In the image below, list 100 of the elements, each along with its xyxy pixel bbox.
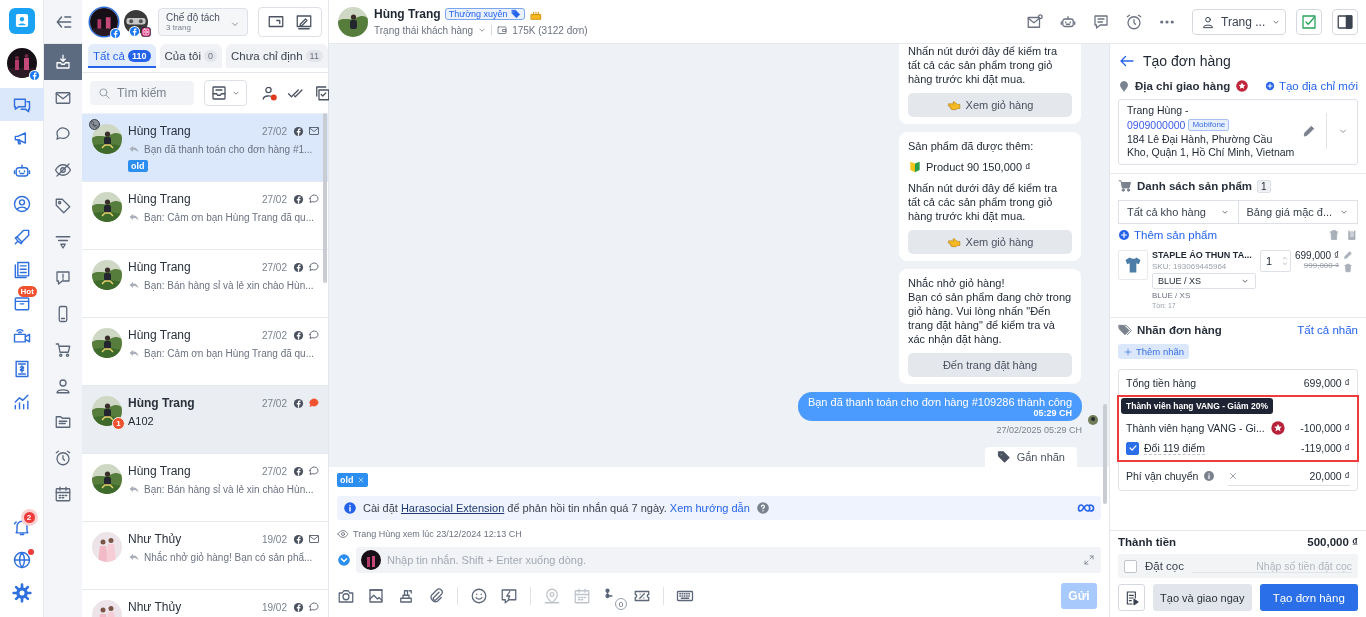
checkbox[interactable] — [1126, 441, 1139, 455]
select-all-icon[interactable] — [313, 84, 331, 102]
emoji-icon[interactable] — [470, 587, 488, 605]
label-button[interactable]: Gắn nhãn — [984, 447, 1077, 467]
message-action-button[interactable]: Xem giỏ hàng — [908, 93, 1072, 117]
settings-icon[interactable] — [11, 582, 32, 603]
mail-icon — [308, 533, 320, 545]
dropdown-icon[interactable] — [337, 553, 351, 567]
facebook-icon — [293, 193, 304, 205]
help-icon[interactable] — [755, 501, 770, 515]
quick-reply-icon[interactable] — [500, 587, 518, 605]
nav-item[interactable] — [0, 88, 44, 121]
facebook-icon — [129, 26, 140, 37]
message-preview: Bạn: Cảm ơn bạn Hùng Trang đã qu... — [144, 347, 314, 359]
tab[interactable]: Chưa chỉ định 11 — [225, 44, 328, 68]
message-field[interactable]: Nhập tin nhắn. Shift + Enter xuống dòng. — [387, 554, 1077, 566]
discount-label: Thành viên hạng VANG - Gi... — [1126, 422, 1265, 435]
mode-dropdown[interactable]: Chế độ tách 3 trang — [158, 8, 248, 36]
inbox-filter-dropdown[interactable] — [204, 80, 247, 106]
image-icon[interactable] — [367, 587, 385, 605]
message-date: 27/02 — [261, 125, 287, 137]
message-action-button[interactable]: Đến trang đặt hàng — [908, 353, 1072, 377]
facebook-icon — [293, 261, 304, 273]
section-title: Địa chỉ giao hàng — [1135, 80, 1231, 92]
contact-name: Hùng Trang — [128, 464, 192, 478]
price-list-select[interactable]: Bảng giá mặc đ... — [1238, 200, 1358, 225]
invoice-button[interactable] — [1118, 584, 1145, 611]
conversation-item[interactable]: Như Thủy 19/02 — [82, 590, 328, 617]
search-field[interactable]: Tìm kiếm — [117, 86, 187, 100]
variant-select[interactable]: BLUE / XS — [1152, 273, 1256, 290]
mail-icon — [308, 125, 320, 137]
nav-item[interactable]: Hot — [0, 286, 44, 319]
facebook-icon — [293, 465, 304, 477]
deposit-field[interactable]: Nhập số tiền đặt cọc — [1192, 559, 1352, 573]
cart-icon — [54, 341, 72, 359]
tab[interactable]: Của tôi 0 — [159, 44, 222, 68]
panel-toggle-button[interactable] — [1332, 8, 1358, 35]
mail-notification-icon[interactable] — [1026, 12, 1044, 31]
add-label-button[interactable]: Thêm nhãn — [1118, 344, 1190, 360]
checklist-button[interactable] — [1296, 8, 1322, 35]
status-dropdown[interactable]: Trạng thái khách hàng — [374, 24, 488, 36]
pointing-hand-icon — [946, 235, 961, 249]
unread-badge: 1 — [112, 417, 125, 430]
summary-label: Tổng tiền hàng — [1126, 377, 1197, 390]
points-value: -119,000 ₫ — [1301, 442, 1350, 455]
address-card[interactable]: Trang Hùng - 0909000000 Mobifone 184 Lê Đại Hành, Phường Cầu Kho, Quận 1, Hồ Chí Minh, Vietnam — [1118, 99, 1358, 166]
conversation-item[interactable]: 1 Hùng Trang 27/02 A102 — [82, 386, 328, 454]
message-text: Sản phẩm đã được thêm: — [908, 139, 1035, 153]
user-filter-icon[interactable] — [261, 84, 279, 102]
contact-name: Hùng Trang — [128, 124, 192, 138]
conversation-item[interactable]: Hùng Trang 27/02 Bạn đã thanh toán cho đơn hàng #1... old — [82, 114, 328, 182]
address-text: 184 Lê Đại Hành, Phường Cầu Kho, Quận 1, Hồ Chí Minh, Vietnam — [1127, 133, 1296, 159]
folder-icon — [54, 413, 72, 431]
total-value: 500,000 ₫ — [1307, 536, 1358, 548]
product-name: STAPLE ÁO THUN TA... — [1152, 250, 1253, 261]
clipboard-icon[interactable] — [1346, 229, 1358, 242]
screen-edit-icon[interactable] — [295, 13, 313, 31]
conversation-item[interactable]: Hùng Trang 27/02 Bạn: Bán hàng sỉ và lẻ xin chào Hùn... — [82, 454, 328, 522]
stamp-icon[interactable] — [397, 587, 415, 605]
search-bar[interactable]: Tìm kiếm — [90, 81, 194, 105]
plus-icon — [1123, 346, 1133, 357]
panel-title: Tạo đơn hàng — [1143, 53, 1231, 69]
close-icon[interactable] — [1228, 470, 1239, 481]
facebook-icon — [293, 397, 304, 409]
message-bar[interactable]: Nhập tin nhắn. Shift + Enter xuống dòng. — [356, 547, 1101, 573]
scrollbar[interactable] — [1103, 404, 1107, 504]
notification-badge: 2 — [23, 512, 35, 523]
paperclip-icon[interactable] — [427, 587, 445, 605]
extension-link[interactable]: Harasocial Extension — [400, 502, 505, 514]
create-and-ship-button[interactable]: Tạo và giao ngay — [1153, 584, 1252, 611]
globe-icon[interactable] — [11, 549, 32, 570]
warehouse-select[interactable]: Tất cả kho hàng — [1118, 200, 1239, 225]
tag-icon — [996, 450, 1011, 464]
edit-icon[interactable] — [1302, 124, 1316, 139]
all-labels-link[interactable]: Tất cả nhãn — [1297, 324, 1358, 337]
beginner-icon — [908, 160, 922, 174]
alarm-clock-icon[interactable] — [1125, 12, 1143, 31]
assignee-dropdown[interactable]: Trang ... — [1192, 8, 1286, 35]
filter-item[interactable] — [44, 44, 82, 80]
create-order-button[interactable]: Tạo đơn hàng — [1259, 584, 1358, 611]
conversation-item[interactable]: Như Thủy 19/02 Nhắc nhở giỏ hàng! Bạn có sản phẩ... — [82, 522, 328, 590]
guide-link[interactable]: Xem hướng dẫn — [669, 502, 750, 514]
shipping-fee-field[interactable]: 20,000 ₫ — [1228, 466, 1350, 486]
message-date: 27/02 — [261, 465, 287, 477]
carrier-badge: Mobifone — [1188, 119, 1230, 131]
note-icon[interactable] — [1092, 12, 1110, 31]
add-product-link[interactable]: Thêm sản phẩm — [1118, 229, 1218, 242]
tab[interactable]: Tất cả 110 — [88, 44, 156, 68]
camera-icon[interactable] — [337, 587, 355, 605]
cart-icon — [1118, 179, 1132, 194]
deposit-bar[interactable]: Đặt cọc Nhập số tiền đặt cọc — [1118, 554, 1358, 578]
quantity-field[interactable]: 1 — [1260, 250, 1291, 273]
new-address-link[interactable]: Tạo địa chỉ mới — [1264, 80, 1358, 92]
message-action-button[interactable]: Xem giỏ hàng — [908, 230, 1072, 254]
checkbox[interactable] — [1124, 559, 1137, 573]
comment-icon — [54, 125, 72, 143]
expand-icon[interactable] — [1083, 554, 1095, 566]
customer-tag[interactable]: Thường xuyên — [444, 8, 525, 20]
product-line: Product 90 150,000 ₫ — [926, 160, 1031, 174]
contact-name: Hùng Trang — [128, 328, 192, 342]
